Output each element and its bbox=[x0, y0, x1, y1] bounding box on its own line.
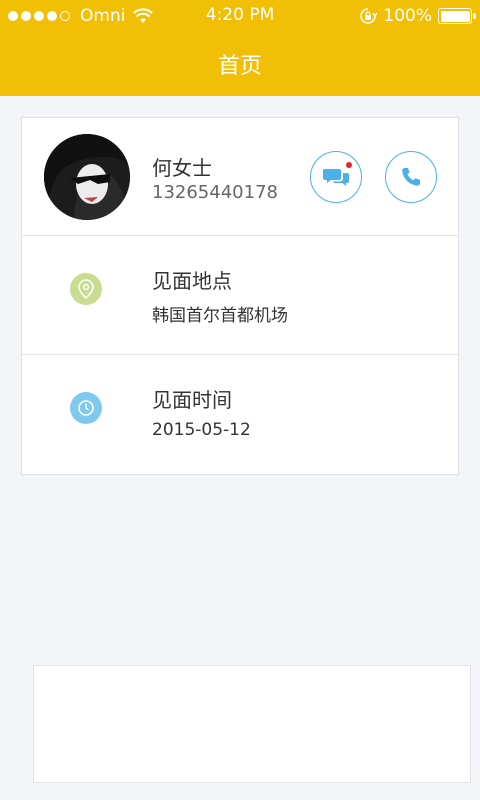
call-button[interactable] bbox=[385, 151, 437, 203]
chat-bubbles-icon bbox=[323, 169, 349, 186]
meeting-time-value: 2015-05-12 bbox=[152, 420, 251, 440]
phone-icon bbox=[402, 168, 420, 186]
clock-icon bbox=[70, 392, 102, 424]
bottom-panel bbox=[33, 665, 471, 783]
battery-icon bbox=[438, 8, 476, 24]
contact-phone: 13265440178 bbox=[152, 182, 278, 203]
avatar[interactable] bbox=[44, 134, 130, 220]
avatar-image bbox=[44, 134, 130, 220]
contact-name: 何女士 bbox=[152, 156, 212, 180]
rotation-lock-icon bbox=[360, 8, 378, 24]
status-right: 100% bbox=[359, 5, 476, 27]
meeting-time-label: 见面时间 bbox=[152, 388, 232, 412]
contact-row: 何女士 13265440178 bbox=[22, 118, 458, 236]
top-app-bar: Omni 4:20 PM 100% 首页 bbox=[0, 0, 480, 96]
meeting-place-value: 韩国首尔首都机场 bbox=[152, 306, 288, 326]
meeting-time-row[interactable]: 见面时间 2015-05-12 bbox=[22, 356, 458, 474]
battery-percent: 100% bbox=[383, 6, 432, 26]
status-bar: Omni 4:20 PM 100% bbox=[0, 0, 480, 32]
meeting-place-row[interactable]: 见面地点 韩国首尔首都机场 bbox=[22, 237, 458, 355]
message-button[interactable] bbox=[310, 151, 362, 203]
unread-dot bbox=[346, 162, 352, 168]
location-pin-icon bbox=[70, 273, 102, 305]
appointment-card: 何女士 13265440178 见面地点 韩国首尔首都机场 见面时间 2015-… bbox=[21, 117, 459, 475]
meeting-place-label: 见面地点 bbox=[152, 269, 232, 293]
page-title: 首页 bbox=[217, 54, 262, 79]
